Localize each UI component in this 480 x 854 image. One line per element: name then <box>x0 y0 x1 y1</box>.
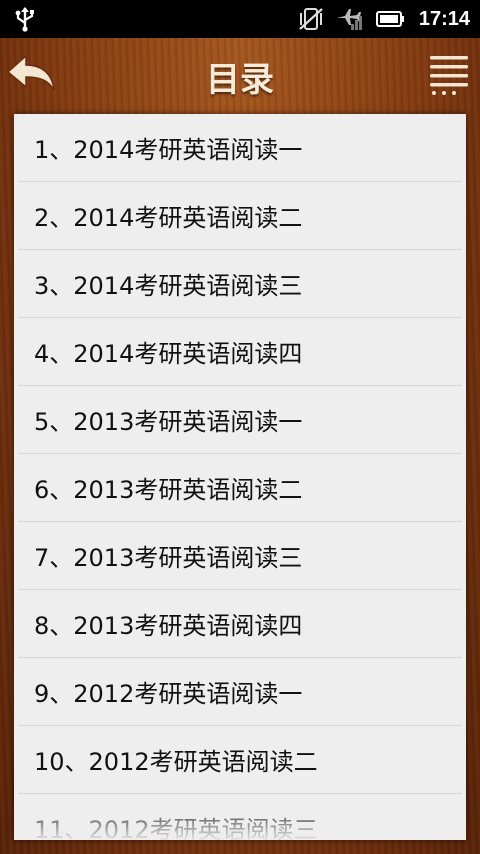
list-item[interactable]: 7、2013考研英语阅读三 <box>18 522 462 590</box>
menu-icon[interactable] <box>426 52 472 98</box>
status-time: 17:14 <box>418 7 470 30</box>
list-item[interactable]: 9、2012考研英语阅读一 <box>18 658 462 726</box>
status-icons: 17:14 <box>297 0 470 38</box>
page-title: 目录 <box>206 60 274 100</box>
list-item[interactable]: 2、2014考研英语阅读二 <box>18 182 462 250</box>
list-item[interactable]: 1、2014考研英语阅读一 <box>18 114 462 182</box>
vibrate-icon <box>299 8 323 30</box>
signal-icon <box>336 9 362 30</box>
list-item[interactable]: 4、2014考研英语阅读四 <box>18 318 462 386</box>
list-item[interactable]: 6、2013考研英语阅读二 <box>18 454 462 522</box>
usb-icon <box>15 7 34 32</box>
title-bar: 目录 <box>0 38 480 114</box>
status-bar: 17:14 <box>0 0 480 38</box>
list-item[interactable]: 3、2014考研英语阅读三 <box>18 250 462 318</box>
list-item[interactable]: 8、2013考研英语阅读四 <box>18 590 462 658</box>
list-item[interactable]: 11、2012考研英语阅读三 <box>18 794 462 840</box>
list-item[interactable]: 10、2012考研英语阅读二 <box>18 726 462 794</box>
battery-icon <box>375 11 404 27</box>
toc-list-panel: 1、2014考研英语阅读一 2、2014考研英语阅读二 3、2014考研英语阅读… <box>14 114 466 840</box>
app-frame: 目录 1、2014考研英语阅读一 2、2014考研英语阅读二 3、2014考研英… <box>0 38 480 854</box>
toc-list: 1、2014考研英语阅读一 2、2014考研英语阅读二 3、2014考研英语阅读… <box>14 114 466 840</box>
list-item[interactable]: 5、2013考研英语阅读一 <box>18 386 462 454</box>
